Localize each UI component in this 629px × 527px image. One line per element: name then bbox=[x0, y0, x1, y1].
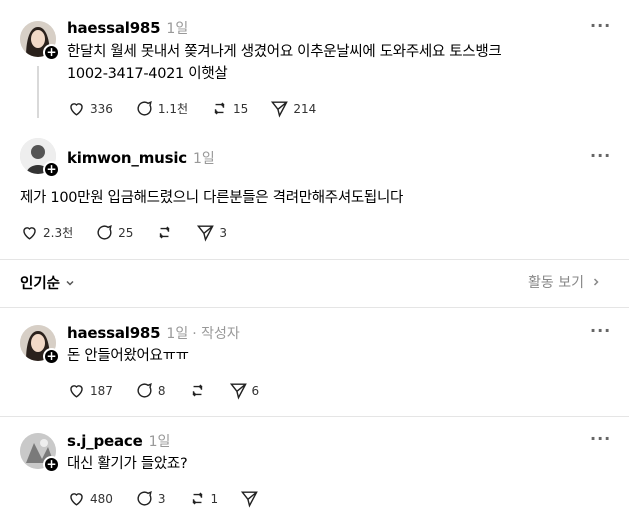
like-button[interactable]: 480 bbox=[67, 489, 113, 508]
comment-button[interactable]: 8 bbox=[135, 381, 166, 400]
action-bar: 2.3천 25 3 bbox=[20, 223, 249, 242]
timestamp: 1일 bbox=[166, 21, 189, 37]
divider bbox=[0, 416, 629, 417]
like-button[interactable]: 2.3천 bbox=[20, 223, 73, 242]
more-icon[interactable]: ··· bbox=[590, 429, 611, 448]
timestamp: 1일 bbox=[192, 151, 215, 167]
heart-icon bbox=[70, 493, 83, 506]
activity-view-link[interactable]: 활동 보기 bbox=[528, 272, 602, 292]
heart-icon bbox=[70, 385, 83, 398]
comment-count: 8 bbox=[157, 383, 166, 398]
comment-count: 3 bbox=[157, 491, 166, 506]
post-text-line: 한달치 월세 못내서 쫒겨나게 생겼어요 이추운날씨에 도와주세요 토스뱅크 bbox=[67, 44, 502, 60]
share-button[interactable]: 3 bbox=[196, 223, 227, 242]
repost-count: 1 bbox=[210, 491, 219, 506]
repost-button[interactable] bbox=[155, 223, 174, 242]
avatar[interactable]: + bbox=[20, 433, 60, 473]
action-bar: 480 3 1 bbox=[67, 489, 281, 508]
more-icon[interactable]: ··· bbox=[590, 321, 611, 340]
comment-icon bbox=[137, 100, 152, 116]
share-button[interactable]: 214 bbox=[270, 99, 316, 118]
avatar[interactable]: + bbox=[20, 21, 60, 61]
more-icon[interactable]: ··· bbox=[590, 146, 611, 165]
chevron-right-icon bbox=[593, 278, 599, 286]
share-count: 3 bbox=[219, 225, 228, 240]
author-tag: · 작성자 bbox=[192, 326, 240, 342]
share-icon bbox=[229, 383, 247, 400]
avatar[interactable]: + bbox=[20, 325, 60, 365]
more-icon[interactable]: ··· bbox=[590, 16, 611, 35]
share-icon bbox=[197, 225, 215, 242]
action-bar: 187 8 6 bbox=[67, 381, 281, 400]
timestamp: 1일 bbox=[166, 326, 189, 342]
post-text: 한달치 월세 못내서 쫒겨나게 생겼어요 이추운날씨에 도와주세요 토스뱅크 1… bbox=[67, 41, 502, 85]
divider bbox=[0, 307, 629, 308]
share-icon bbox=[241, 491, 258, 508]
post-header: kimwon_music 1일 bbox=[67, 148, 215, 168]
divider bbox=[0, 259, 629, 260]
username[interactable]: haessal985 bbox=[67, 324, 161, 342]
reply-text: 돈 안들어왔어요ㅠㅠ bbox=[67, 348, 189, 364]
post-text-line: 1002-3417-4021 이햇살 bbox=[67, 66, 228, 82]
repost-icon bbox=[192, 384, 203, 397]
comment-icon bbox=[137, 382, 152, 398]
comment-button[interactable]: 3 bbox=[135, 489, 166, 508]
share-count: 6 bbox=[251, 383, 260, 398]
chevron-down-icon bbox=[66, 280, 74, 286]
username[interactable]: haessal985 bbox=[67, 19, 161, 37]
action-bar: 336 1.1천 15 214 bbox=[67, 99, 338, 118]
heart-icon bbox=[70, 103, 83, 116]
follow-plus-icon[interactable]: + bbox=[43, 161, 60, 178]
comment-count: 1.1천 bbox=[157, 102, 189, 116]
repost-button[interactable]: 15 bbox=[210, 99, 248, 118]
like-button[interactable]: 187 bbox=[67, 381, 113, 400]
timestamp: 1일 bbox=[148, 434, 171, 450]
username[interactable]: s.j_peace bbox=[67, 432, 143, 450]
post-header: haessal985 1일 bbox=[67, 18, 188, 38]
comment-button[interactable]: 25 bbox=[95, 223, 133, 242]
follow-plus-icon[interactable]: + bbox=[43, 44, 60, 61]
reply-header: s.j_peace 1일 bbox=[67, 431, 170, 451]
like-count: 336 bbox=[90, 101, 113, 116]
share-button[interactable]: 6 bbox=[229, 381, 260, 400]
repost-button[interactable] bbox=[188, 381, 207, 400]
post-text-line: 제가 100만원 입금해드렸으니 다른분들은 격려만해주셔도됩니다 bbox=[20, 190, 404, 206]
repost-icon bbox=[159, 226, 170, 239]
like-button[interactable]: 336 bbox=[67, 99, 113, 118]
share-count: 214 bbox=[293, 101, 317, 116]
avatar[interactable]: + bbox=[20, 138, 60, 178]
reply-text: 대신 활기가 들았죠? bbox=[67, 456, 188, 472]
thread-line bbox=[37, 66, 39, 118]
like-count: 480 bbox=[90, 491, 113, 506]
repost-button[interactable]: 1 bbox=[188, 489, 219, 508]
sort-label: 인기순 bbox=[20, 276, 61, 292]
comment-icon bbox=[137, 490, 152, 506]
activity-label: 활동 보기 bbox=[528, 275, 584, 291]
share-icon bbox=[271, 101, 289, 118]
like-count: 187 bbox=[90, 383, 113, 398]
follow-plus-icon[interactable]: + bbox=[43, 348, 60, 365]
comment-icon bbox=[97, 224, 112, 240]
username[interactable]: kimwon_music bbox=[67, 149, 187, 167]
reply-header: haessal985 1일 · 작성자 bbox=[67, 323, 240, 343]
share-button[interactable] bbox=[240, 489, 259, 508]
sort-dropdown[interactable]: 인기순 bbox=[20, 272, 76, 293]
repost-count: 15 bbox=[233, 101, 249, 116]
heart-icon bbox=[23, 227, 36, 240]
comment-count: 25 bbox=[118, 225, 134, 240]
repost-icon bbox=[192, 492, 203, 505]
post-text: 제가 100만원 입금해드렸으니 다른분들은 격려만해주셔도됩니다 bbox=[20, 187, 403, 209]
repost-icon bbox=[214, 102, 225, 115]
follow-plus-icon[interactable]: + bbox=[43, 456, 60, 473]
like-count: 2.3천 bbox=[43, 226, 74, 240]
comment-button[interactable]: 1.1천 bbox=[135, 99, 188, 118]
